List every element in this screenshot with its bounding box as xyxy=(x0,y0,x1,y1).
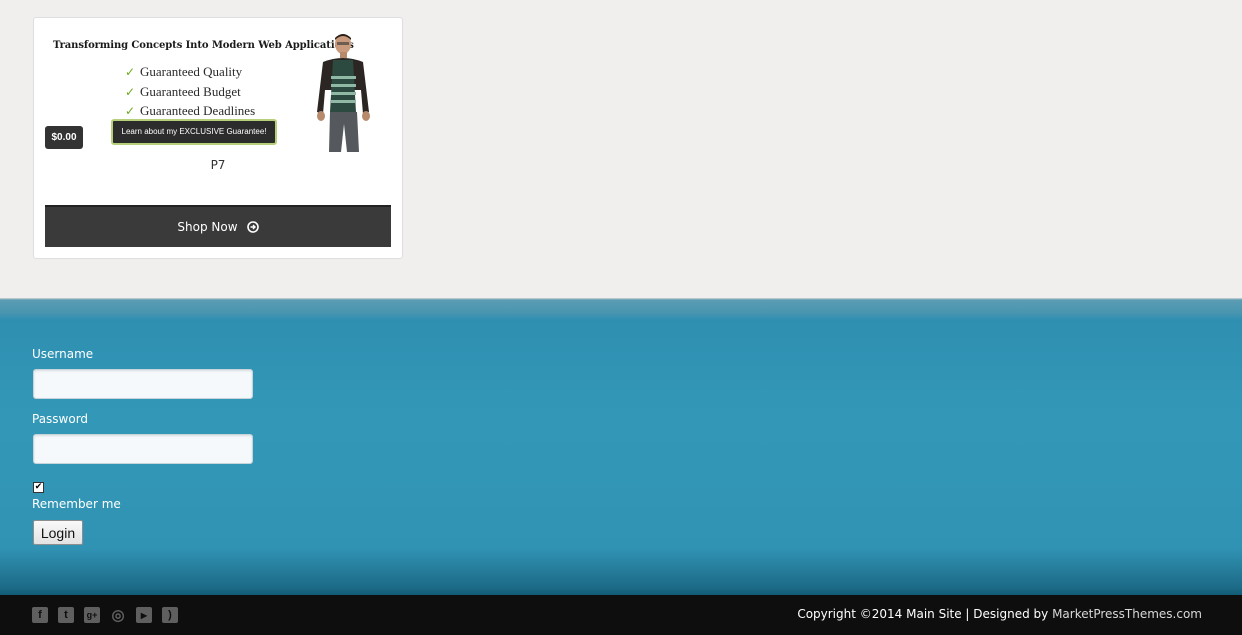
product-image[interactable]: Transforming Concepts Into Modern Web Ap… xyxy=(45,30,391,152)
arrow-circle-right-icon xyxy=(246,221,259,233)
banner-point: ✓ Guaranteed Deadlines xyxy=(125,101,255,121)
password-input[interactable] xyxy=(33,434,253,464)
person-photo xyxy=(317,34,370,152)
designer-link[interactable]: MarketPressThemes.com xyxy=(1052,607,1202,621)
login-button[interactable]: Login xyxy=(33,520,83,545)
youtube-icon[interactable]: ▶ xyxy=(136,607,152,623)
copyright-text: Copyright ©2014 Main Site | Designed by xyxy=(797,607,1053,621)
google-plus-icon[interactable]: g+ xyxy=(84,607,100,623)
username-label: Username xyxy=(32,347,94,361)
check-icon: ✓ xyxy=(125,65,136,79)
product-section: Transforming Concepts Into Modern Web Ap… xyxy=(0,0,1242,298)
price-badge: $0.00 xyxy=(45,126,83,149)
copyright: Copyright ©2014 Main Site | Designed by … xyxy=(797,607,1202,621)
shop-now-button[interactable]: Shop Now xyxy=(45,205,391,247)
social-links: f t g+ ◎ ▶ ) xyxy=(32,607,178,624)
username-input[interactable] xyxy=(33,369,253,399)
product-title[interactable]: P7 xyxy=(34,158,402,172)
password-label: Password xyxy=(32,412,89,426)
login-form: Username Password ✔ Remember me Login xyxy=(0,298,1242,595)
facebook-icon[interactable]: f xyxy=(32,607,48,623)
product-card: Transforming Concepts Into Modern Web Ap… xyxy=(33,17,403,259)
shop-now-label: Shop Now xyxy=(177,220,238,234)
remember-me-checkbox[interactable]: ✔ xyxy=(33,482,44,493)
guarantee-button: Learn about my EXCLUSIVE Guarantee! xyxy=(111,119,277,145)
banner-point-text: Guaranteed Budget xyxy=(140,83,241,99)
remember-me-label: Remember me xyxy=(32,497,121,511)
dribbble-icon[interactable]: ◎ xyxy=(110,607,126,624)
banner-point-text: Guaranteed Quality xyxy=(140,64,243,79)
banner-point-text: Guaranteed Deadlines xyxy=(140,103,256,118)
banner-headline: Transforming Concepts Into Modern Web Ap… xyxy=(53,40,354,51)
banner-list: ✓ Guaranteed Quality ✓ Guaranteed Budget ✓… xyxy=(125,62,255,121)
footer: f t g+ ◎ ▶ ) Copyright ©2014 Main Site |… xyxy=(0,595,1242,635)
banner-point: ✓ Guaranteed Quality xyxy=(125,62,255,82)
rss-icon[interactable]: ) xyxy=(162,607,178,623)
check-icon: ✓ xyxy=(125,84,136,99)
banner-point: ✓ Guaranteed Budget xyxy=(125,82,255,102)
twitter-icon[interactable]: t xyxy=(58,607,74,623)
